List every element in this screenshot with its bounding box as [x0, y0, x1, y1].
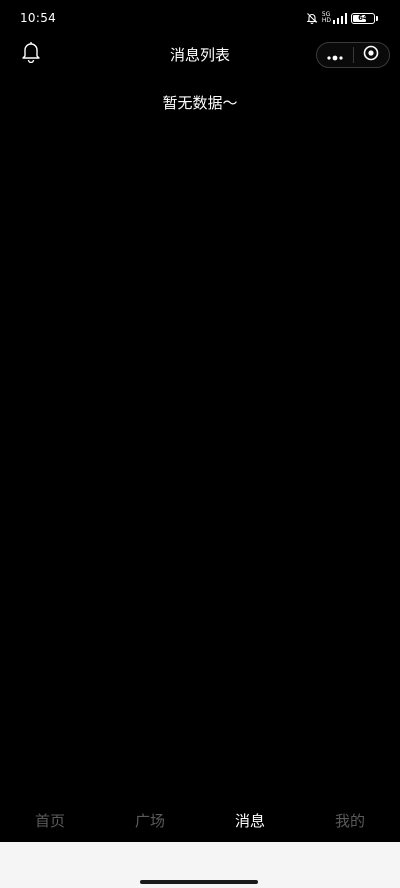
close-target-icon: [363, 45, 379, 65]
home-indicator[interactable]: [140, 880, 258, 884]
nav-bar: 消息列表: [0, 36, 400, 72]
empty-state-text: 暂无数据～: [162, 94, 238, 112]
status-time: 10:54: [20, 11, 57, 25]
tab-square[interactable]: 广场: [100, 798, 200, 842]
more-dots-icon: [326, 46, 344, 65]
network-type: 5G HD: [321, 11, 331, 24]
signal-icon: [333, 12, 347, 24]
mute-bell-icon: [306, 12, 318, 24]
close-button[interactable]: [353, 43, 389, 67]
gesture-area: [0, 842, 400, 888]
more-button[interactable]: [317, 43, 353, 67]
battery-cap: [376, 15, 378, 21]
tab-mine[interactable]: 我的: [300, 798, 400, 842]
tab-bar: 首页 广场 消息 我的: [0, 798, 400, 842]
mini-program-capsule: [316, 42, 390, 68]
app-screen: 10:54 5G HD 64 消息列表 暂无数据～ 首页 广场 消息 我的: [0, 0, 400, 888]
status-icons: 5G HD 64: [306, 11, 378, 25]
battery-level: 64: [358, 14, 368, 22]
tab-home[interactable]: 首页: [0, 798, 100, 842]
battery-icon: 64: [351, 12, 375, 24]
tab-messages[interactable]: 消息: [200, 798, 300, 842]
status-bar: 10:54 5G HD 64: [0, 0, 400, 36]
